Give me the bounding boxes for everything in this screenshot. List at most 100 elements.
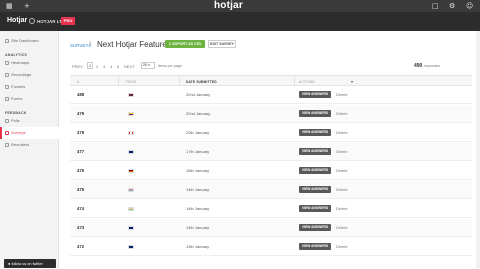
sidebar-item-label: Heatmaps <box>11 60 30 65</box>
response-number: 478 <box>77 130 85 135</box>
pagination-page-2[interactable]: 2 <box>96 64 98 69</box>
export-csv-label: EXPORT AS CSV <box>172 42 202 46</box>
column-header-number[interactable]: # <box>77 80 79 84</box>
column-header-date[interactable]: DATE SUBMITTED <box>186 80 217 84</box>
recording-icon <box>5 73 9 77</box>
response-number: 477 <box>77 149 85 154</box>
scrollbar[interactable] <box>476 31 480 268</box>
response-number: 476 <box>77 168 85 173</box>
gear-icon[interactable]: ⚙ <box>449 2 455 10</box>
flag-germany-icon <box>128 169 134 173</box>
response-number: 473 <box>77 225 85 230</box>
funnel-icon <box>5 85 9 89</box>
sidebar-item-label: Recruiters <box>11 142 30 147</box>
column-header-actions: ACTIONS <box>299 80 315 84</box>
pagination-page-5[interactable]: 5 <box>117 64 119 69</box>
date-submitted: 14th January <box>186 225 210 230</box>
column-divider <box>118 76 119 86</box>
external-link-icon[interactable]: □ <box>432 2 439 10</box>
delete-link[interactable]: Delete <box>336 111 348 116</box>
site-icon <box>29 18 35 24</box>
dashboard-icon <box>5 39 9 43</box>
delete-link[interactable]: Delete <box>336 225 348 230</box>
table-row: 479 22nd January VIEW ANSWERS Delete <box>70 105 472 123</box>
pagination-current[interactable]: 1 <box>87 62 93 69</box>
delete-link[interactable]: Delete <box>336 130 348 135</box>
sidebar-item-label: Funnels <box>11 84 26 89</box>
pagination-next[interactable]: NEXT <box>124 64 135 69</box>
flag-thailand-icon <box>128 93 134 97</box>
per-page-label: items per page <box>158 64 182 68</box>
sidebar-item-funnels[interactable]: Funnels <box>0 81 59 93</box>
edit-survey-button[interactable]: EDIT SURVEY <box>208 40 236 48</box>
hotjar-logo: hotjar <box>214 0 243 11</box>
view-answers-button[interactable]: VIEW ANSWERS <box>299 129 331 136</box>
plus-icon[interactable]: + <box>24 2 30 10</box>
column-divider <box>294 76 295 86</box>
table-row: 478 20th January VIEW ANSWERS Delete <box>70 124 472 142</box>
date-submitted: 14th January <box>186 206 210 211</box>
flag-canada-icon <box>128 131 134 135</box>
export-csv-button[interactable]: ⇩ EXPORT AS CSV <box>165 40 205 48</box>
site-bar: Hotjar HOTJAR LTD PRO <box>0 12 480 31</box>
date-submitted: 13th January <box>186 244 210 249</box>
response-count-number: 490 <box>414 63 423 69</box>
table-row: 477 17th January VIEW ANSWERS Delete <box>70 143 472 161</box>
grid-icon[interactable]: ▦ <box>6 2 13 10</box>
sidebar-item-heatmaps[interactable]: Heatmaps <box>0 57 59 69</box>
sidebar-item-forms[interactable]: Forms <box>0 93 59 105</box>
sort-desc-icon: ▾ <box>351 79 354 84</box>
user-icon[interactable]: ☺ <box>466 2 473 10</box>
date-submitted: 14th January <box>186 187 210 192</box>
delete-link[interactable]: Delete <box>336 92 348 97</box>
date-submitted: 17th January <box>186 149 210 154</box>
follow-twitter-label: follow us on twitter <box>11 262 43 266</box>
view-answers-button[interactable]: VIEW ANSWERS <box>299 110 331 117</box>
column-header-from[interactable]: FROM <box>126 80 136 84</box>
sidebar-item-recordings[interactable]: Recordings <box>0 69 59 81</box>
delete-link[interactable]: Delete <box>336 187 348 192</box>
view-answers-button[interactable]: VIEW ANSWERS <box>299 205 331 212</box>
sidebar-item-site-dashboard[interactable]: Site Dashboard <box>0 35 59 47</box>
table-row: 488 22nd January VIEW ANSWERS Delete <box>70 86 472 104</box>
flag-netherlands-icon <box>128 188 134 192</box>
flag-uk-icon <box>128 150 134 154</box>
sidebar-item-polls[interactable]: Polls <box>0 115 59 127</box>
brand-name: Hotjar <box>7 17 28 24</box>
page-title: Next Hotjar Feature <box>97 40 167 49</box>
delete-link[interactable]: Delete <box>336 149 348 154</box>
follow-twitter-button[interactable]: ● follow us on twitter <box>4 259 56 268</box>
response-count-label: responses <box>423 64 441 68</box>
delete-link[interactable]: Delete <box>336 244 348 249</box>
per-page-value: 20 <box>143 63 148 67</box>
sidebar-item-label: Surveys <box>11 130 26 135</box>
sidebar-item-label: Forms <box>11 96 23 101</box>
response-number: 472 <box>77 244 85 249</box>
view-answers-button[interactable]: VIEW ANSWERS <box>299 243 331 250</box>
sidebar-item-label: Polls <box>11 118 20 123</box>
heatmap-icon <box>5 61 9 65</box>
flag-uk-icon <box>128 245 134 249</box>
table-row: 473 14th January VIEW ANSWERS Delete <box>70 219 472 237</box>
view-answers-button[interactable]: VIEW ANSWERS <box>299 148 331 155</box>
pagination-page-3[interactable]: 3 <box>103 64 105 69</box>
view-answers-button[interactable]: VIEW ANSWERS <box>299 167 331 174</box>
table-row: 475 14th January VIEW ANSWERS Delete <box>70 181 472 199</box>
plan-badge: PRO <box>61 17 75 25</box>
delete-link[interactable]: Delete <box>336 168 348 173</box>
flag-uk-icon <box>128 226 134 230</box>
date-submitted: 15th January <box>186 168 210 173</box>
chevron-down-icon: ▾ <box>148 63 150 67</box>
view-answers-button[interactable]: VIEW ANSWERS <box>299 186 331 193</box>
sidebar-item-surveys[interactable]: Surveys <box>0 127 59 139</box>
sidebar: Site Dashboard ANALYTICS Heatmaps Record… <box>0 31 59 268</box>
sidebar-item-recruiters[interactable]: Recruiters <box>0 139 59 151</box>
pagination-prev[interactable]: PREV <box>72 64 83 69</box>
pagination-page-4[interactable]: 4 <box>110 64 112 69</box>
view-answers-button[interactable]: VIEW ANSWERS <box>299 224 331 231</box>
date-submitted: 22nd January <box>186 111 211 116</box>
active-indicator <box>0 127 2 139</box>
per-page-select[interactable]: 20 ▾ <box>141 62 155 69</box>
view-answers-button[interactable]: VIEW ANSWERS <box>299 91 331 98</box>
delete-link[interactable]: Delete <box>336 206 348 211</box>
